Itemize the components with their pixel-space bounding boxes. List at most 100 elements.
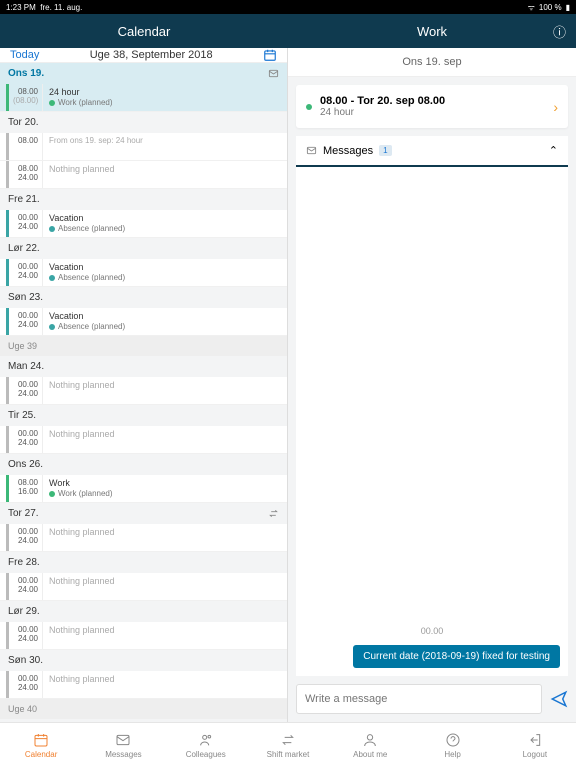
info-icon[interactable]: ⓘ (553, 22, 566, 41)
calendar-row[interactable]: 00.0024.00Nothing planned (0, 671, 287, 699)
status-dot-icon (49, 226, 55, 232)
calendar-row[interactable]: 08.00(08.00)24 hourWork (planned) (0, 84, 287, 112)
tab-label: Colleagues (186, 750, 226, 759)
time-range: 00.0024.00 (6, 524, 42, 551)
work-panel: Ons 19. sep 08.00 - Tor 20. sep 08.00 24… (288, 48, 576, 722)
tab-about-me[interactable]: About me (329, 723, 411, 768)
time-range: 08.0016.00 (6, 475, 42, 502)
battery-icon: ▮ (566, 3, 570, 12)
messages-title: Messages (323, 145, 373, 157)
shift-desc: 24 hour (320, 107, 553, 118)
time-range: 08.0024.00 (6, 161, 42, 188)
logout-icon (527, 732, 543, 748)
week-header: Uge 40 (0, 699, 287, 719)
day-label: Lør 29. (8, 606, 40, 617)
chevron-up-icon: ⌃ (549, 144, 558, 157)
message-input[interactable] (296, 684, 542, 714)
day-header[interactable]: Lør 29. (0, 601, 287, 622)
time-range: 08.00 (6, 133, 42, 160)
calendar-row[interactable]: 00.0024.00Nothing planned (0, 377, 287, 405)
calendar-row[interactable]: 08.00From ons 19. sep: 24 hour (0, 133, 287, 161)
tab-calendar[interactable]: Calendar (0, 723, 82, 768)
messages-header[interactable]: Messages 1 ⌃ (296, 136, 568, 167)
mail-icon (306, 145, 317, 156)
sort-icon (268, 508, 279, 519)
send-icon[interactable] (550, 690, 568, 708)
calendar-row[interactable]: 08.0024.00Nothing planned (0, 161, 287, 189)
status-dot-icon (49, 275, 55, 281)
header-right-title: Work ⓘ (288, 14, 576, 48)
status-time: 1:23 PM (6, 3, 36, 12)
calendar-row[interactable]: 00.0024.00Nothing planned (0, 573, 287, 601)
tab-label: Messages (105, 750, 141, 759)
message-timestamp: 00.00 (296, 626, 568, 636)
row-content: VacationAbsence (planned) (42, 308, 287, 335)
status-date: fre. 11. aug. (40, 3, 82, 12)
calendar-row[interactable]: 00.0024.00VacationAbsence (planned) (0, 259, 287, 287)
day-label: Søn 30. (8, 655, 43, 666)
time-range: 00.0024.00 (6, 671, 42, 698)
tab-shift-market[interactable]: Shift market (247, 723, 329, 768)
time-range: 00.0024.00 (6, 308, 42, 335)
calendar-subheader: Today Uge 38, September 2018 (0, 48, 287, 63)
status-dot-icon (306, 104, 312, 110)
tab-label: Logout (523, 750, 547, 759)
calendar-row[interactable]: 00.0024.00VacationAbsence (planned) (0, 210, 287, 238)
day-header[interactable]: Tir 25. (0, 405, 287, 426)
day-header[interactable]: Ons 26. (0, 454, 287, 475)
day-label: Fre 21. (8, 194, 40, 205)
row-content: From ons 19. sep: 24 hour (42, 133, 287, 160)
header-left-title: Calendar (0, 14, 288, 48)
shift-card[interactable]: 08.00 - Tor 20. sep 08.00 24 hour › (296, 85, 568, 128)
time-range: 00.0024.00 (6, 426, 42, 453)
row-content: VacationAbsence (planned) (42, 210, 287, 237)
row-content: Nothing planned (42, 671, 287, 698)
right-date: Ons 19. sep (288, 48, 576, 77)
day-header[interactable]: Søn 23. (0, 287, 287, 308)
week-label: Uge 38, September 2018 (39, 49, 263, 61)
calendar-row[interactable]: 08.0016.00WorkWork (planned) (0, 475, 287, 503)
tab-colleagues[interactable]: Colleagues (165, 723, 247, 768)
mail-icon (268, 68, 279, 79)
tab-messages[interactable]: Messages (82, 723, 164, 768)
row-content: Nothing planned (42, 524, 287, 551)
day-header[interactable]: Man 24. (0, 356, 287, 377)
calendar-row[interactable]: 00.0024.00Nothing planned (0, 524, 287, 552)
swap-icon (280, 732, 296, 748)
day-label: Man 24. (8, 361, 44, 372)
day-header[interactable]: Søn 30. (0, 650, 287, 671)
tab-logout[interactable]: Logout (494, 723, 576, 768)
day-label: Lør 22. (8, 243, 40, 254)
time-range: 00.0024.00 (6, 377, 42, 404)
day-header[interactable]: Tor 27. (0, 503, 287, 524)
calendar-row[interactable]: 00.0024.00VacationAbsence (planned) (0, 308, 287, 336)
chevron-right-icon: › (553, 99, 558, 115)
day-header[interactable]: Ons 19. (0, 63, 287, 84)
tab-label: Help (444, 750, 460, 759)
day-label: Ons 19. (8, 68, 44, 79)
calendar-icon (33, 732, 49, 748)
tab-label: About me (353, 750, 387, 759)
row-content: 24 hourWork (planned) (42, 84, 287, 111)
day-header[interactable]: Fre 28. (0, 552, 287, 573)
tab-label: Shift market (267, 750, 310, 759)
calendar-row[interactable]: 00.0024.00Nothing planned (0, 622, 287, 650)
day-label: Tor 27. (8, 508, 39, 519)
calendar-icon[interactable] (263, 48, 277, 62)
day-header[interactable]: Tor 20. (0, 112, 287, 133)
day-label: Ons 26. (8, 459, 43, 470)
row-content: WorkWork (planned) (42, 475, 287, 502)
day-header[interactable]: Lør 22. (0, 238, 287, 259)
mail-icon (115, 732, 131, 748)
day-header[interactable]: Fre 21. (0, 189, 287, 210)
day-label: Tir 25. (8, 410, 36, 421)
day-label: Søn 23. (8, 292, 43, 303)
tab-help[interactable]: Help (411, 723, 493, 768)
calendar-row[interactable]: 00.0024.00Nothing planned (0, 426, 287, 454)
today-button[interactable]: Today (10, 49, 39, 61)
battery-pct: 100 % (539, 3, 562, 12)
time-range: 00.0024.00 (6, 622, 42, 649)
day-label: Tor 20. (8, 117, 39, 128)
users-icon (198, 732, 214, 748)
shift-time: 08.00 - Tor 20. sep 08.00 (320, 95, 553, 107)
